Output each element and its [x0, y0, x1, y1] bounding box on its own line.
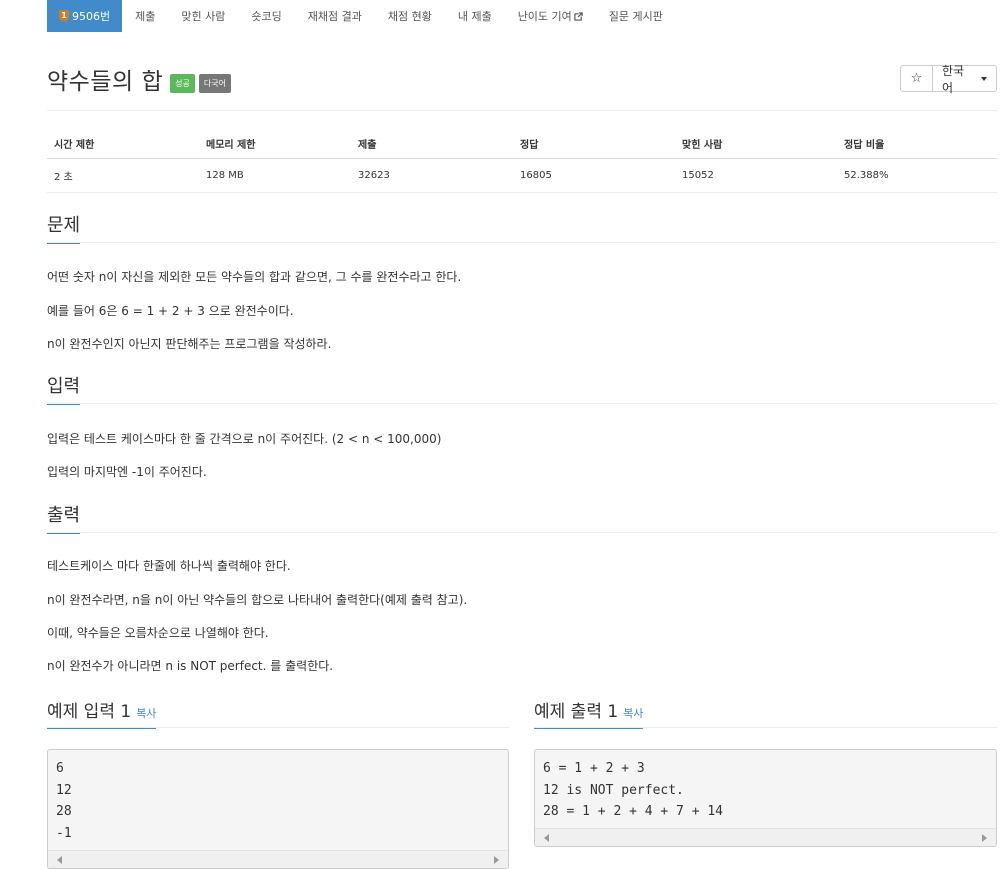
- output-paragraph: n이 완전수가 아니라면 n is NOT perfect. 를 출력한다.: [47, 659, 334, 673]
- solved-users-value: 15052: [675, 158, 837, 193]
- memory-limit-value: 128 MB: [199, 158, 351, 193]
- table-header-row: 시간 제한 메모리 제한 제출 정답 맞힌 사람 정답 비율: [47, 130, 997, 159]
- th-accept-ratio: 정답 비율: [837, 130, 997, 159]
- nav-label: 9506번: [72, 10, 111, 23]
- problem-paragraph: 어떤 숫자 n이 자신을 제외한 모든 약수들의 합과 같으면, 그 수를 완전…: [47, 270, 462, 284]
- scroll-left-icon[interactable]: [544, 834, 549, 842]
- th-time-limit: 시간 제한: [47, 130, 199, 159]
- nav-rejudge-results[interactable]: 재채점 결과: [295, 0, 375, 32]
- output-section-header: 출력: [47, 501, 997, 534]
- nav-label: 제출: [135, 10, 156, 23]
- sample-output-title-text: 예제 출력 1: [534, 702, 619, 722]
- nav-question-board[interactable]: 질문 게시판: [596, 0, 676, 32]
- sample-input-content: 6 12 28 -1: [56, 761, 72, 841]
- nav-submit[interactable]: 제출: [122, 0, 168, 32]
- nav-label: 채점 현황: [387, 10, 432, 23]
- submissions-value: 32623: [351, 158, 513, 193]
- nav-label: 숏코딩: [251, 10, 282, 23]
- tier-icon: 1: [59, 10, 69, 22]
- problem-paragraph: 예를 들어 6은 6 = 1 + 2 + 3 으로 완전수이다.: [47, 304, 294, 318]
- section-title-input: 입력: [47, 372, 81, 405]
- sample-input-title: 예제 입력 1 복사: [47, 697, 157, 729]
- output-paragraph: 테스트케이스 마다 한줄에 하나씩 출력해야 한다.: [47, 559, 291, 573]
- sample-output-header: 예제 출력 1 복사: [534, 697, 997, 729]
- scroll-right-icon[interactable]: [982, 834, 987, 842]
- copy-sample-output-button[interactable]: 복사: [623, 707, 643, 720]
- input-section-header: 입력: [47, 372, 997, 405]
- horizontal-scrollbar[interactable]: [48, 850, 508, 868]
- horizontal-scrollbar[interactable]: [535, 828, 996, 846]
- sample-input-box[interactable]: 6 12 28 -1: [47, 749, 509, 869]
- output-paragraph: 이때, 약수들은 오름차순으로 나열해야 한다.: [47, 626, 269, 640]
- nav-judge-status[interactable]: 채점 현황: [375, 0, 445, 32]
- page-header: 약수들의 합 성공 다국어: [47, 62, 231, 96]
- th-memory-limit: 메모리 제한: [199, 130, 351, 159]
- sample-output-box[interactable]: 6 = 1 + 2 + 3 12 is NOT perfect. 28 = 1 …: [534, 749, 997, 847]
- external-link-icon: [574, 11, 583, 21]
- section-title-problem: 문제: [47, 211, 81, 244]
- sample-output-content: 6 = 1 + 2 + 3 12 is NOT perfect. 28 = 1 …: [543, 761, 724, 819]
- problem-section-header: 문제: [47, 211, 997, 244]
- caret-down-icon: [981, 76, 987, 81]
- th-accepted: 정답: [513, 130, 675, 159]
- star-icon: ☆: [910, 71, 923, 86]
- input-paragraph: 입력의 마지막엔 -1이 주어진다.: [47, 465, 207, 479]
- nav-difficulty-contribution[interactable]: 난이도 기여: [505, 0, 596, 32]
- nav-label: 내 제출: [457, 10, 492, 23]
- problem-info-table: 시간 제한 메모리 제한 제출 정답 맞힌 사람 정답 비율 2 초 128 M…: [47, 130, 997, 193]
- copy-sample-input-button[interactable]: 복사: [136, 707, 156, 720]
- input-paragraph: 입력은 테스트 케이스마다 한 줄 간격으로 n이 주어진다. (2 < n <…: [47, 432, 442, 446]
- language-select-value: 한국어: [942, 63, 965, 95]
- accepted-value: 16805: [513, 158, 675, 193]
- section-title-output: 출력: [47, 501, 81, 534]
- nav-label: 맞힌 사람: [181, 10, 226, 23]
- nav-label: 난이도 기여: [517, 10, 572, 23]
- badge-multilingual: 다국어: [198, 73, 231, 93]
- nav-short-coding[interactable]: 숏코딩: [238, 0, 294, 32]
- th-submissions: 제출: [351, 130, 513, 159]
- nav-problem-number[interactable]: 1 9506번: [47, 0, 123, 32]
- table-row: 2 초 128 MB 32623 16805 15052 52.388%: [47, 158, 997, 193]
- status-badge-success: 성공: [170, 73, 195, 93]
- nav-label: 질문 게시판: [608, 10, 663, 23]
- nav-my-submissions[interactable]: 내 제출: [445, 0, 505, 32]
- output-paragraph: n이 완전수라면, n을 n이 아닌 약수들의 합으로 나타내어 출력한다(예제…: [47, 593, 468, 607]
- sample-output-title: 예제 출력 1 복사: [534, 697, 644, 729]
- scroll-right-icon[interactable]: [494, 856, 499, 864]
- nav-label: 재채점 결과: [307, 10, 362, 23]
- accept-ratio-value: 52.388%: [837, 158, 997, 193]
- scroll-left-icon[interactable]: [57, 856, 62, 864]
- sample-input-header: 예제 입력 1 복사: [47, 697, 509, 729]
- favorite-button[interactable]: ☆: [900, 65, 933, 92]
- th-solved-users: 맞힌 사람: [675, 130, 837, 159]
- header-actions: ☆ 한국어: [900, 64, 997, 95]
- problem-title: 약수들의 합: [47, 69, 164, 95]
- problem-menu: 1 9506번 제출 맞힌 사람 숏코딩 재채점 결과 채점 현황 내 제출 난…: [47, 0, 676, 32]
- sample-input-title-text: 예제 입력 1: [47, 702, 132, 722]
- problem-paragraph: n이 완전수인지 아닌지 판단해주는 프로그램을 작성하라.: [47, 337, 332, 351]
- nav-solved-users[interactable]: 맞힌 사람: [168, 0, 238, 32]
- language-select[interactable]: 한국어: [933, 64, 997, 95]
- time-limit-value: 2 초: [47, 158, 199, 193]
- divider: [47, 110, 997, 111]
